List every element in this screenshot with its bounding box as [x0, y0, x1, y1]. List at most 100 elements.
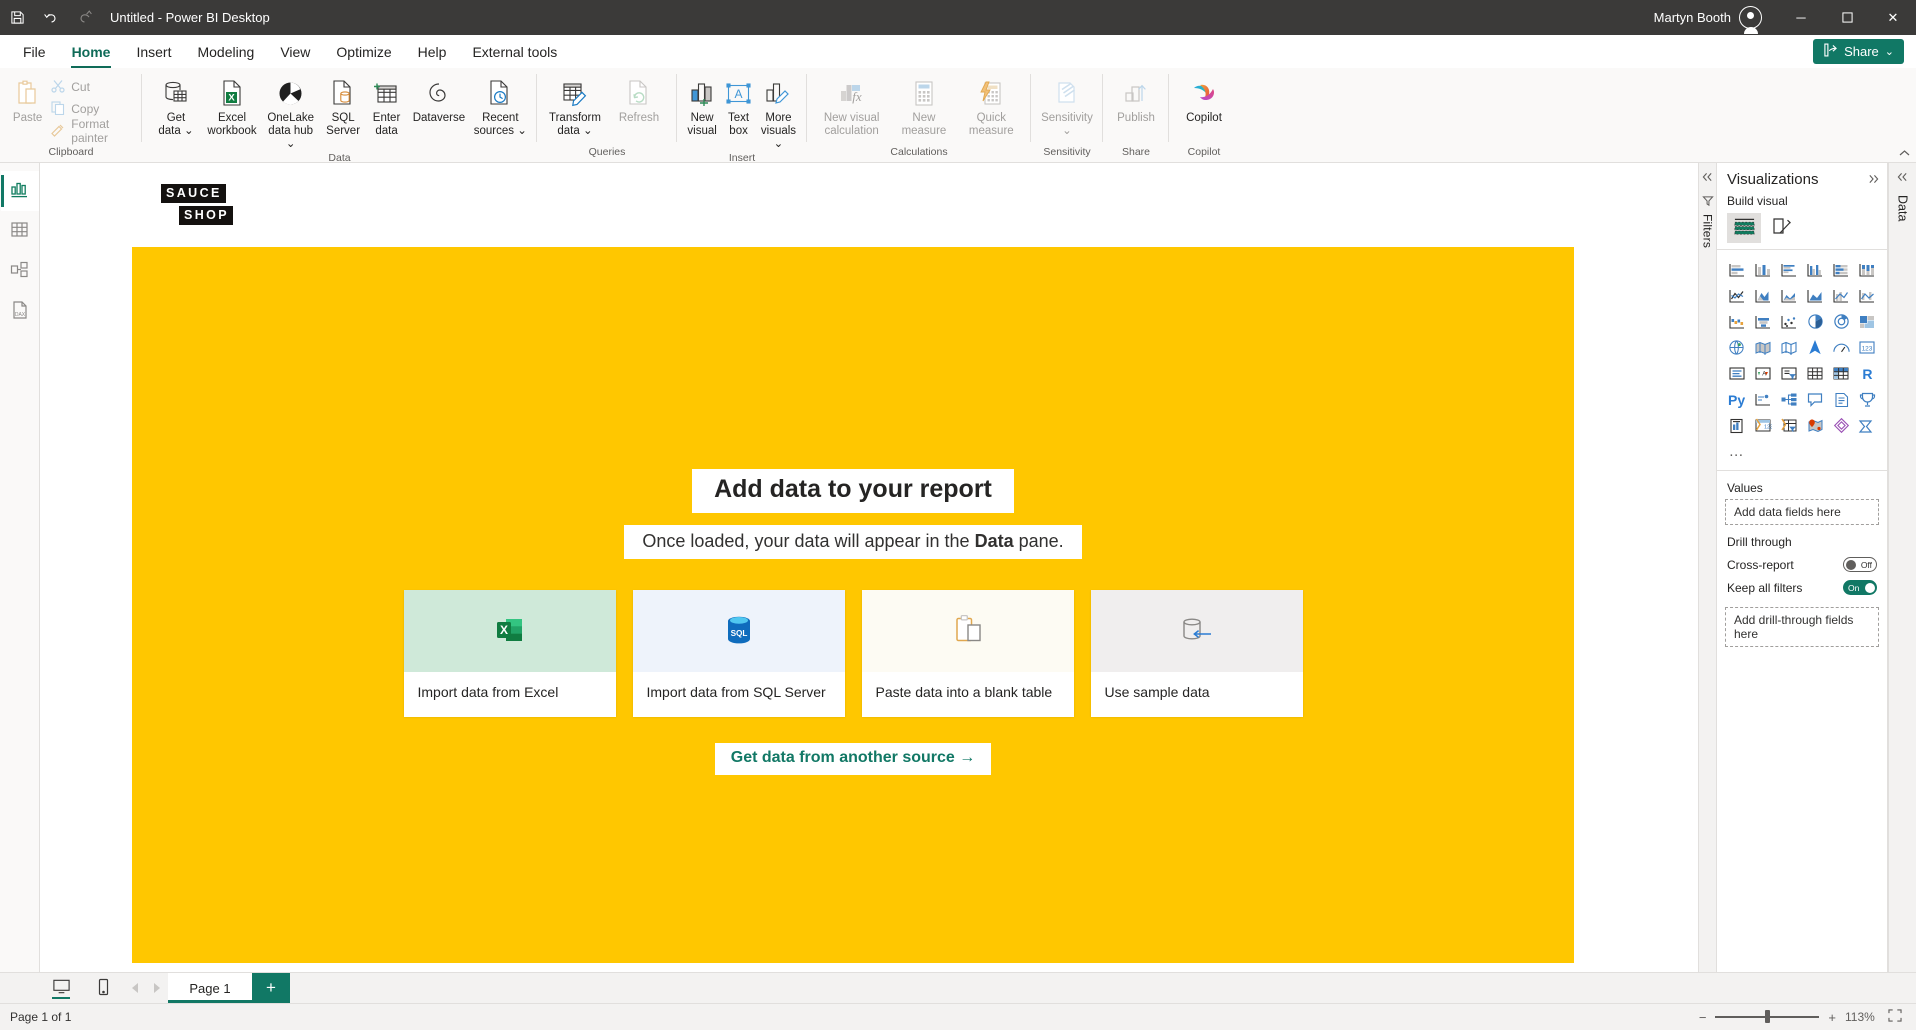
slicer-icon[interactable] [1777, 363, 1800, 384]
key-influencers-icon[interactable] [1751, 389, 1774, 410]
transform-data-button[interactable]: Transform data ⌄ [543, 72, 607, 138]
account-avatar-icon[interactable] [1739, 6, 1762, 34]
sidebar-item-model-view[interactable] [1, 251, 39, 291]
cut-button[interactable]: Cut [49, 76, 136, 98]
metrics-icon[interactable] [1856, 389, 1879, 410]
new-visual-button[interactable]: New visual [683, 72, 721, 138]
mobile-layout-button[interactable] [82, 973, 124, 1003]
quick-measure-button[interactable]: Quick measure [958, 72, 1025, 138]
sidebar-item-dax-query-view[interactable]: DAX [1, 291, 39, 331]
card-icon[interactable]: 123 [1856, 337, 1879, 358]
filled-map-icon[interactable] [1751, 337, 1774, 358]
recent-sources-button[interactable]: Recent sources ⌄ [470, 72, 531, 138]
scatter-chart-icon[interactable] [1777, 311, 1800, 332]
card-paste-blank-table[interactable]: Paste data into a blank table [861, 590, 1074, 717]
format-visual-tab[interactable] [1765, 213, 1799, 243]
pie-chart-icon[interactable] [1803, 311, 1826, 332]
card-import-excel[interactable]: X Import data from Excel [403, 590, 616, 717]
publish-button[interactable]: Publish [1109, 72, 1163, 125]
power-automate-icon[interactable] [1777, 415, 1800, 436]
paste-button[interactable]: Paste [6, 72, 49, 125]
donut-chart-icon[interactable] [1830, 311, 1853, 332]
tab-help[interactable]: Help [405, 35, 460, 68]
r-script-visual-icon[interactable]: R [1856, 363, 1879, 384]
get-data-another-source-link[interactable]: Get data from another source → [714, 742, 992, 775]
sensitivity-button[interactable]: Sensitivity ⌄ [1037, 72, 1097, 138]
stacked-bar-chart-icon[interactable] [1725, 259, 1748, 280]
shape-map-icon[interactable] [1777, 337, 1800, 358]
tab-view[interactable]: View [267, 35, 323, 68]
share-button[interactable]: Share ⌄ [1813, 39, 1904, 64]
table-icon[interactable] [1803, 363, 1826, 384]
narrative-icon[interactable] [1830, 389, 1853, 410]
build-visual-tab[interactable] [1727, 213, 1761, 243]
fit-to-page-icon[interactable] [1888, 1009, 1902, 1025]
paginated-report-icon[interactable] [1725, 415, 1748, 436]
matrix-icon[interactable] [1830, 363, 1853, 384]
format-painter-button[interactable]: Format painter [49, 117, 136, 145]
report-page[interactable]: SAUCE SHOP Add data to your report Once … [132, 163, 1574, 963]
qa-visual-icon[interactable] [1803, 389, 1826, 410]
area-chart-icon[interactable] [1751, 285, 1774, 306]
enter-data-button[interactable]: Enter data [365, 72, 408, 138]
drill-through-drop-zone[interactable]: Add drill-through fields here [1725, 607, 1879, 647]
zoom-out-button[interactable]: − [1699, 1010, 1707, 1025]
tab-optimize[interactable]: Optimize [323, 35, 404, 68]
collapse-ribbon-button[interactable] [1899, 148, 1910, 160]
filters-rail[interactable]: Filters [1698, 163, 1716, 972]
tab-modeling[interactable]: Modeling [184, 35, 267, 68]
excel-workbook-button[interactable]: X Excel workbook [204, 72, 260, 138]
zoom-slider-thumb[interactable] [1765, 1010, 1771, 1024]
chevrons-left-icon[interactable] [1702, 171, 1713, 185]
zoom-in-button[interactable]: + [1828, 1010, 1836, 1025]
keep-all-filters-toggle[interactable]: On [1843, 580, 1877, 595]
sidebar-item-table-view[interactable] [1, 211, 39, 251]
minimize-button[interactable]: ─ [1778, 0, 1824, 35]
get-data-button[interactable]: Get data ⌄ [148, 72, 204, 138]
report-background[interactable]: Add data to your report Once loaded, you… [132, 247, 1574, 963]
new-measure-button[interactable]: New measure [890, 72, 957, 138]
refresh-button[interactable]: Refresh [607, 72, 671, 125]
tab-file[interactable]: File [10, 35, 59, 68]
clustered-bar-chart-icon[interactable] [1777, 259, 1800, 280]
azure-ml-icon[interactable] [1830, 415, 1853, 436]
gauge-icon[interactable] [1830, 337, 1853, 358]
azure-map-icon[interactable] [1803, 337, 1826, 358]
line-stacked-column-icon[interactable] [1803, 285, 1826, 306]
copilot-button[interactable]: Copilot [1175, 72, 1233, 125]
maximize-button[interactable] [1824, 0, 1870, 35]
onelake-data-hub-button[interactable]: OneLake data hub ⌄ [260, 72, 321, 152]
card-use-sample-data[interactable]: Use sample data [1090, 590, 1303, 717]
arcgis-maps-icon[interactable] [1803, 415, 1826, 436]
filter-icon[interactable] [1701, 195, 1714, 210]
close-button[interactable]: ✕ [1870, 0, 1916, 35]
treemap-icon[interactable] [1856, 311, 1879, 332]
report-canvas-area[interactable]: SAUCE SHOP Add data to your report Once … [40, 163, 1698, 972]
chevrons-right-icon[interactable] [1868, 173, 1879, 187]
zoom-slider[interactable] [1715, 1010, 1820, 1024]
more-options-icon[interactable]: … [1725, 441, 1748, 462]
100-stacked-bar-chart-icon[interactable] [1830, 259, 1853, 280]
map-icon[interactable] [1725, 337, 1748, 358]
values-drop-zone[interactable]: Add data fields here [1725, 499, 1879, 525]
add-page-button[interactable]: + [252, 973, 290, 1003]
chevrons-left-icon[interactable] [1897, 171, 1908, 185]
kpi-icon[interactable]: A [1751, 363, 1774, 384]
tab-home[interactable]: Home [59, 35, 124, 68]
dataverse-button[interactable]: Dataverse [408, 72, 469, 125]
next-page-button[interactable] [146, 973, 168, 1003]
multi-row-card-icon[interactable] [1725, 363, 1748, 384]
tab-insert[interactable]: Insert [123, 35, 184, 68]
desktop-layout-button[interactable] [40, 973, 82, 1003]
data-pane-rail[interactable]: Data [1888, 163, 1916, 972]
decomposition-tree-icon[interactable] [1777, 389, 1800, 410]
undo-icon[interactable] [34, 0, 68, 35]
ribbon-chart-icon[interactable] [1856, 285, 1879, 306]
funnel-chart-icon[interactable] [1751, 311, 1774, 332]
page-tab-page-1[interactable]: Page 1 [168, 973, 252, 1003]
save-icon[interactable] [0, 0, 34, 35]
python-visual-icon[interactable]: Py [1725, 389, 1748, 410]
stacked-area-chart-icon[interactable] [1777, 285, 1800, 306]
more-visuals-button[interactable]: More visuals ⌄ [756, 72, 801, 152]
100-stacked-column-chart-icon[interactable] [1856, 259, 1879, 280]
